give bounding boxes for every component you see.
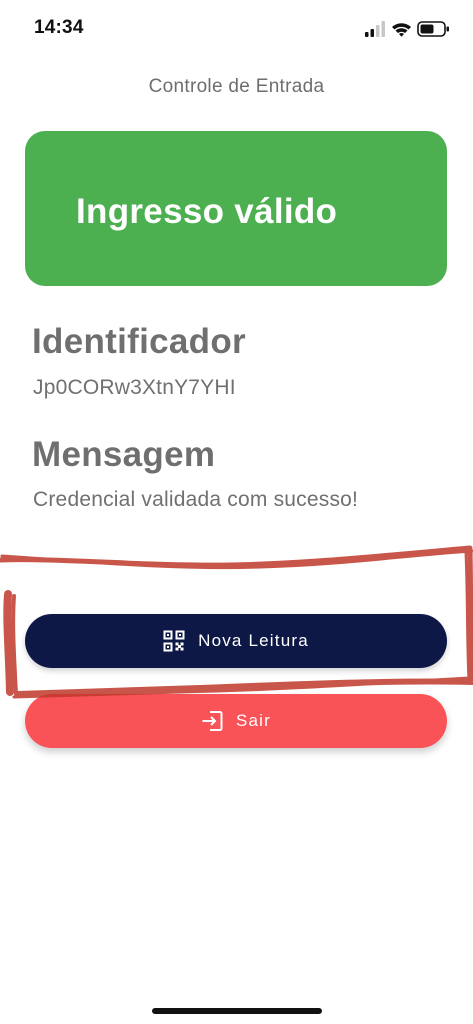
app-screen: 14:34 Controle de Entrada Ingresso válid… [0,0,473,1024]
cellular-signal-icon [365,21,385,37]
wifi-icon [392,23,411,37]
message-heading: Mensagem [32,435,216,474]
exit-label: Sair [235,711,272,730]
home-indicator[interactable] [152,1008,322,1014]
new-scan-button[interactable]: Nova Leitura [25,614,447,668]
exit-button[interactable]: Sair [25,694,447,748]
identifier-value: Jp0CORw3XtnY7YHI [33,376,236,399]
identifier-heading: Identificador [32,322,246,361]
exit-icon [201,710,223,732]
new-scan-label: Nova Leitura [198,631,309,650]
status-bar: 14:34 [0,0,473,58]
qr-code-icon [163,630,185,652]
status-icons [363,19,453,39]
status-time: 14:34 [34,17,84,38]
page-title: Controle de Entrada [148,76,325,97]
validation-status-text: Ingresso válido [76,192,338,231]
message-value: Credencial validada com sucesso! [33,488,359,511]
battery-icon [417,21,449,37]
